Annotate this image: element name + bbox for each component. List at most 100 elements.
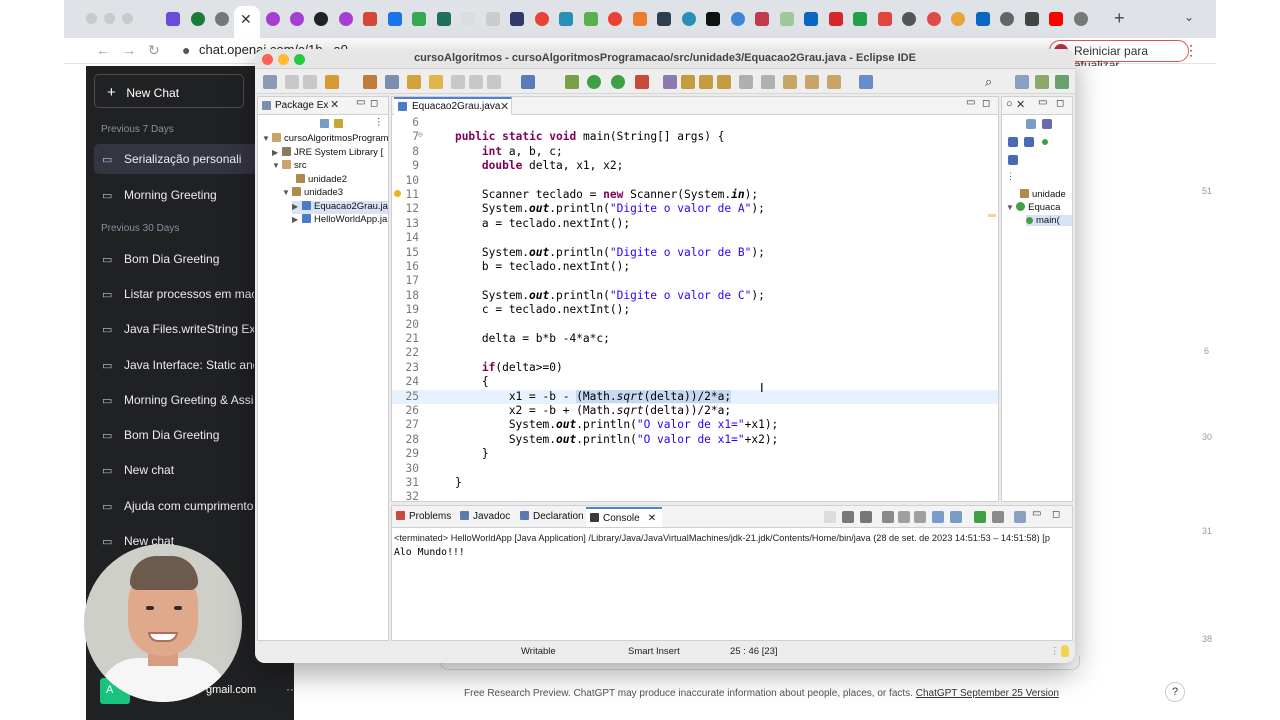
back-arrow-icon[interactable]: ← — [96, 42, 110, 58]
chevron-right-icon[interactable]: ▶ — [292, 215, 302, 224]
google-icon[interactable] — [535, 12, 549, 26]
code-line[interactable]: 31 } — [392, 476, 998, 490]
close-tab-icon[interactable]: ✕ — [500, 100, 509, 113]
tab-favicon-icon[interactable] — [191, 12, 205, 26]
code-line[interactable]: 14 — [392, 231, 998, 245]
tab-favicon-icon[interactable] — [657, 12, 671, 26]
chat-history-item[interactable]: ▭ Ajuda com cumprimentos. — [94, 491, 254, 521]
chat-history-item[interactable]: ▭ Listar processos em macO — [94, 279, 254, 309]
bug-icon[interactable] — [565, 75, 579, 89]
tab-favicon-icon[interactable] — [755, 12, 769, 26]
tab-favicon-icon[interactable] — [633, 12, 647, 26]
tab-favicon-icon[interactable] — [461, 12, 475, 26]
save-all-icon[interactable] — [303, 75, 317, 89]
tab-favicon-icon[interactable] — [437, 12, 451, 26]
status-menu-icon[interactable]: ⋮ — [1050, 646, 1060, 657]
tab-favicon-icon[interactable] — [780, 12, 794, 26]
chat-history-item[interactable]: ▭ New chat — [94, 455, 254, 485]
code-line[interactable]: 22 — [392, 346, 998, 360]
code-line[interactable]: 8 int a, b, c; — [392, 145, 998, 159]
build-icon[interactable] — [363, 75, 377, 89]
collapse-all-icon[interactable] — [320, 119, 332, 132]
new-tab-plus-icon[interactable]: + — [1114, 8, 1125, 29]
code-line[interactable]: 20 — [392, 318, 998, 332]
outline-item-class[interactable]: ▼ Equaca — [1006, 202, 1060, 213]
run-coverage-icon[interactable] — [611, 75, 625, 89]
open-console-icon[interactable] — [1014, 511, 1026, 523]
tab-favicon-icon[interactable] — [510, 12, 524, 26]
help-button[interactable]: ? — [1165, 682, 1185, 702]
code-line[interactable]: 27 System.out.println("O valor de x1="+x… — [392, 418, 998, 432]
open-type-icon[interactable] — [681, 75, 695, 89]
prev-annotation-icon[interactable] — [761, 75, 775, 89]
chevron-down-icon[interactable]: ▼ — [282, 188, 292, 197]
tab-favicon-icon[interactable] — [266, 12, 280, 26]
sort-icon[interactable] — [1042, 119, 1052, 129]
external-tools-icon[interactable] — [635, 75, 649, 89]
tab-favicon-icon[interactable] — [682, 12, 696, 26]
tab-favicon-icon[interactable] — [1000, 12, 1014, 26]
tree-item-file[interactable]: ▶ HelloWorldApp.ja — [292, 214, 387, 227]
close-view-icon[interactable]: ✕ — [330, 98, 339, 111]
hide-fields-icon[interactable] — [1008, 137, 1018, 147]
minimize-view-icon[interactable]: ▭ — [1032, 508, 1041, 519]
chat-history-item[interactable]: ▭ Bom Dia Greeting — [94, 420, 254, 450]
code-line[interactable]: 13 a = teclado.nextInt(); — [392, 217, 998, 231]
new-package-icon[interactable] — [663, 75, 677, 89]
close-view-icon[interactable]: ✕ — [1016, 98, 1025, 111]
outline-tab[interactable]: ○ ✕ ▭ ◻ — [1002, 97, 1072, 115]
format-icon[interactable] — [451, 75, 465, 89]
tab-javadoc[interactable]: Javadoc — [460, 511, 510, 522]
code-line[interactable]: 21 delta = b*b -4*a*c; — [392, 332, 998, 346]
tab-declaration[interactable]: Declaration — [520, 511, 584, 522]
code-line[interactable]: 29 } — [392, 447, 998, 461]
linkedin-icon[interactable] — [804, 12, 818, 26]
code-line[interactable]: 17 — [392, 274, 998, 288]
new-file-icon[interactable] — [263, 75, 277, 89]
code-line[interactable]: 12 System.out.println("Digite o valor de… — [392, 202, 998, 216]
chrome-icon[interactable] — [902, 12, 916, 26]
toggle-mark-icon[interactable] — [429, 75, 443, 89]
display-console-icon[interactable] — [992, 511, 1004, 523]
new-chat-button[interactable]: + New Chat — [94, 74, 244, 108]
view-menu-icon[interactable]: ⋮ — [374, 117, 384, 130]
tab-favicon-icon[interactable] — [731, 12, 745, 26]
tab-favicon-icon[interactable] — [927, 12, 941, 26]
run-icon[interactable] — [587, 75, 601, 89]
code-line[interactable]: 9 double delta, x1, x2; — [392, 159, 998, 173]
tree-item-package[interactable]: ▼ unidade3 — [282, 187, 343, 200]
hide-static-icon[interactable] — [1024, 137, 1034, 147]
maximize-view-icon[interactable]: ◻ — [1052, 509, 1060, 520]
tree-item-project[interactable]: ▼ cursoAlgoritmosProgram — [262, 133, 389, 146]
tab-favicon-icon[interactable] — [584, 12, 598, 26]
pin-editor-icon[interactable] — [859, 75, 873, 89]
youtube-icon[interactable] — [1049, 12, 1063, 26]
show-on-stderr-icon[interactable] — [950, 511, 962, 523]
code-area[interactable]: 6 7 ⊖ public static void main(String[] arg… — [392, 116, 998, 501]
code-line[interactable]: 10 — [392, 174, 998, 188]
minimize-view-icon[interactable]: ▭ — [1038, 97, 1047, 108]
tab-favicon-icon[interactable] — [290, 12, 304, 26]
code-line[interactable]: 16 b = teclado.nextInt(); — [392, 260, 998, 274]
user-menu-dots-icon[interactable]: ··· — [286, 682, 294, 696]
overview-ruler-marker[interactable] — [988, 214, 996, 217]
code-line[interactable]: 15 System.out.println("Digite o valor de… — [392, 246, 998, 260]
tab-favicon-icon[interactable] — [1074, 12, 1088, 26]
tab-favicon-icon[interactable] — [166, 12, 180, 26]
minimize-editor-icon[interactable]: ▭ — [966, 97, 975, 108]
remove-all-icon[interactable] — [860, 511, 872, 523]
more-menu-icon[interactable]: ⋮ — [1184, 42, 1198, 59]
undo-icon[interactable] — [325, 75, 339, 89]
gmail-icon[interactable] — [363, 12, 377, 26]
code-line[interactable]: 19 c = teclado.nextInt(); — [392, 303, 998, 317]
linkedin-icon[interactable] — [976, 12, 990, 26]
refactor-icon[interactable] — [385, 75, 399, 89]
code-line[interactable]: 32 — [392, 490, 998, 501]
tab-favicon-icon[interactable] — [878, 12, 892, 26]
chat-history-item[interactable]: ▭ Java Files.writeString Exam — [94, 314, 254, 344]
drive-icon[interactable] — [388, 12, 402, 26]
code-line[interactable]: 28 System.out.println("O valor de x1="+x… — [392, 433, 998, 447]
code-line[interactable]: 23 if(delta>=0) — [392, 361, 998, 375]
word-wrap-icon[interactable] — [487, 75, 501, 89]
code-line[interactable]: 6 — [392, 116, 998, 130]
